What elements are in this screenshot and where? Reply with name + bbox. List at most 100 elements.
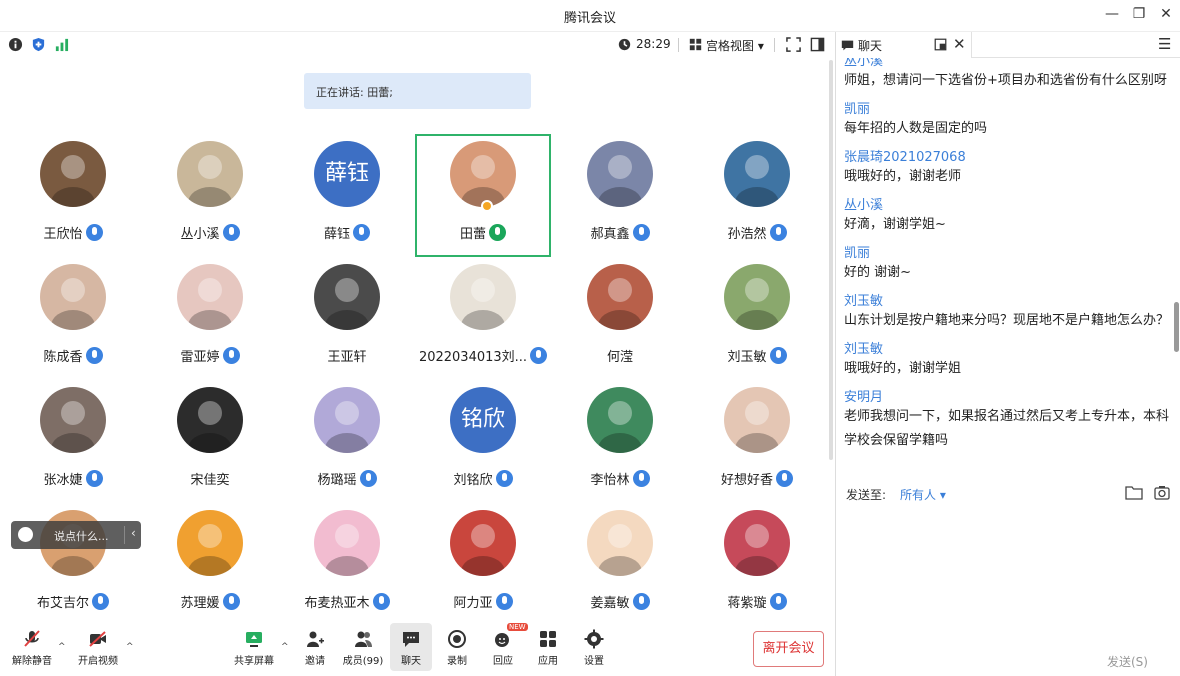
close-window-button[interactable]: ✕: [1156, 6, 1176, 22]
participant-tile[interactable]: 苏理媛: [142, 503, 278, 621]
speaking-indicator: 正在讲话: 田蕾;: [304, 73, 531, 109]
participant-name: 2022034013刘...: [415, 346, 551, 365]
participant-name-text: 田蕾: [459, 227, 486, 242]
participant-tile[interactable]: 王亚轩: [279, 257, 415, 375]
participant-tile[interactable]: 张冰婕: [5, 380, 141, 498]
participant-name: 薛钰: [279, 223, 415, 242]
minimize-button[interactable]: —: [1102, 6, 1122, 22]
settings-button[interactable]: 设置: [566, 623, 622, 671]
chat-message-text: 师姐，想请问一下选省份+项目办和选省份有什么区别呀: [844, 73, 1167, 88]
network-signal-icon[interactable]: [54, 37, 69, 52]
chat-messages[interactable]: 丛小溪 师姐，想请问一下选省份+项目办和选省份有什么区别呀 凯丽每年招的人数是固定的…: [836, 58, 1174, 486]
mic-icon: [359, 470, 377, 487]
participant-name: 李怡林: [552, 469, 688, 488]
mic-icon: [85, 224, 103, 241]
fullscreen-icon[interactable]: [786, 37, 801, 52]
collapse-chevron-icon[interactable]: ‹: [131, 526, 136, 540]
participant-tile[interactable]: 姜嘉敏: [552, 503, 688, 621]
security-shield-icon[interactable]: [31, 37, 46, 52]
restore-button[interactable]: ❐: [1129, 6, 1149, 22]
toolbar-divider: [774, 38, 775, 52]
chat-sender-name: 刘玉敏: [844, 342, 884, 357]
participant-name-text: 蒋紫璇: [727, 596, 767, 611]
share-screen-button[interactable]: 共享屏幕: [226, 623, 282, 671]
avatar: [177, 510, 243, 576]
participant-name: 阿力亚: [415, 592, 551, 611]
audio-options-caret[interactable]: ^: [58, 642, 66, 652]
chat-sender-name: 丛小溪: [844, 198, 884, 213]
chat-message-text: 老师我想问一下，如果报名通过然后又考上专升本，本科学校会保留学籍吗: [844, 409, 1170, 448]
participant-tile[interactable]: 好想好香: [689, 380, 825, 498]
file-icon[interactable]: [1125, 485, 1143, 500]
participant-name-text: 丛小溪: [180, 227, 220, 242]
chat-scrollbar[interactable]: [1174, 302, 1179, 352]
avatar: [724, 141, 790, 207]
apps-grid-icon: [540, 631, 556, 647]
screenshot-icon[interactable]: [1154, 485, 1170, 500]
chat-button[interactable]: 聊天: [390, 623, 432, 671]
avatar: [40, 264, 106, 330]
leave-meeting-button[interactable]: 离开会议: [753, 631, 824, 667]
close-chat-icon[interactable]: ✕: [953, 35, 966, 53]
participant-tile[interactable]: 陈成香: [5, 257, 141, 375]
host-badge-icon: [481, 200, 493, 212]
participant-name-text: 刘铭欣: [453, 473, 493, 488]
toolbar-divider: [678, 38, 679, 52]
floating-chat-input[interactable]: 说点什么...: [54, 528, 109, 544]
video-options-caret[interactable]: ^: [126, 642, 134, 652]
participant-tile[interactable]: 何滢: [552, 257, 688, 375]
avatar: [587, 510, 653, 576]
participant-tile[interactable]: 雷亚婷: [142, 257, 278, 375]
participant-tile[interactable]: 郝真鑫: [552, 134, 688, 252]
avatar: [40, 387, 106, 453]
participant-tile[interactable]: 布麦热亚木: [279, 503, 415, 621]
menu-icon[interactable]: ☰: [1158, 35, 1171, 53]
floating-chat-bar[interactable]: 说点什么... ‹: [11, 521, 141, 549]
popout-icon[interactable]: [934, 38, 947, 51]
members-button[interactable]: 成员(99): [335, 623, 391, 671]
view-mode-dropdown[interactable]: 宫格视图 ▾: [706, 37, 764, 54]
participant-tile[interactable]: 田蕾: [415, 134, 551, 252]
avatar: [314, 264, 380, 330]
participant-tile[interactable]: 孙浩然: [689, 134, 825, 252]
participant-tile[interactable]: 李怡林: [552, 380, 688, 498]
chat-tab[interactable]: 聊天 ✕: [836, 32, 972, 58]
participant-tile[interactable]: 杨璐瑶: [279, 380, 415, 498]
participant-tile[interactable]: 刘玉敏: [689, 257, 825, 375]
participant-tile[interactable]: 薛钰 薛钰: [279, 134, 415, 252]
emoji-icon[interactable]: [18, 527, 33, 542]
send-button[interactable]: 发送(S): [1107, 653, 1148, 670]
chat-sender-name: 刘玉敏: [844, 294, 884, 309]
send-to-dropdown[interactable]: 所有人 ▾: [900, 486, 946, 503]
mic-icon: [222, 224, 240, 241]
start-video-button[interactable]: 开启视频: [70, 623, 126, 671]
reactions-label: 回应: [493, 656, 513, 667]
avatar: [40, 141, 106, 207]
avatar: [314, 510, 380, 576]
participant-name: 杨璐瑶: [279, 469, 415, 488]
participant-tile[interactable]: 丛小溪: [142, 134, 278, 252]
participant-name-text: 2022034013刘...: [418, 350, 528, 365]
invite-icon: [307, 631, 324, 647]
side-panel-icon[interactable]: [810, 37, 825, 52]
participant-name: 王欣怡: [5, 223, 141, 242]
mic-icon: [222, 347, 240, 364]
chat-tab-title: 聊天: [858, 39, 883, 53]
info-icon[interactable]: [8, 37, 23, 52]
participant-tile[interactable]: 2022034013刘...: [415, 257, 551, 375]
grid-view-icon[interactable]: [689, 38, 702, 51]
participant-tile[interactable]: 宋佳奕: [142, 380, 278, 498]
participant-name: 王亚轩: [279, 346, 415, 365]
mic-icon: [495, 593, 513, 610]
participant-tile[interactable]: 王欣怡: [5, 134, 141, 252]
participant-name-text: 孙浩然: [727, 227, 767, 242]
grid-scrollbar[interactable]: [829, 60, 833, 460]
unmute-button[interactable]: 解除静音: [4, 623, 60, 671]
participant-tile[interactable]: 阿力亚: [415, 503, 551, 621]
chat-sender-name: 凯丽: [844, 102, 871, 117]
participant-name: 苏理媛: [142, 592, 278, 611]
participant-tile[interactable]: 蒋紫璇: [689, 503, 825, 621]
reaction-hand-icon: [495, 633, 509, 647]
participant-tile[interactable]: 铭欣 刘铭欣: [415, 380, 551, 498]
chat-message-text: 每年招的人数是固定的吗: [844, 121, 988, 136]
